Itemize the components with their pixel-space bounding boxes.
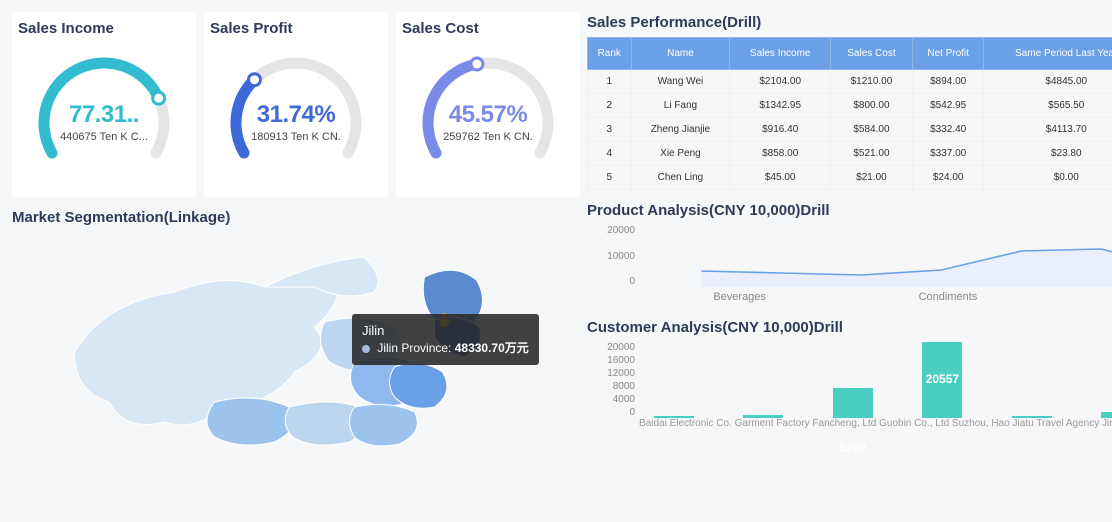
tooltip-label: Jilin Province: xyxy=(377,341,451,355)
product-line-chart[interactable]: 20000 10000 0 Beverages Condiments Desse… xyxy=(587,225,1112,307)
tooltip-value: 48330.70万元 xyxy=(455,341,529,355)
gauge-card-1[interactable]: Sales Profit 31.74% 180913 Ten K CN. xyxy=(204,12,388,197)
table-cell: $521.00 xyxy=(831,142,913,166)
table-cell: $2104.00 xyxy=(730,70,831,94)
table-cell: $4113.70 xyxy=(984,118,1112,142)
table-cell: $800.00 xyxy=(831,94,913,118)
table-header-row: RankNameSales IncomeSales CostNet Profit… xyxy=(588,38,1112,70)
tooltip-region-name: Jilin xyxy=(362,322,529,340)
sales-performance-panel: Sales Performance(Drill) RankNameSales I… xyxy=(587,12,1112,190)
table-cell: Wang Wei xyxy=(631,70,730,94)
bar-value-label: 20557 xyxy=(926,372,959,418)
gauge-subtitle: 180913 Ten K CN. xyxy=(210,131,382,143)
gauge-title: Sales Profit xyxy=(210,20,382,37)
product-title: Product Analysis(CNY 10,000)Drill xyxy=(587,202,1112,219)
table-cell: 3 xyxy=(588,118,632,142)
table-cell: $4845.00 xyxy=(984,70,1112,94)
product-analysis-panel: Product Analysis(CNY 10,000)Drill 20000 … xyxy=(587,200,1112,307)
bar-col[interactable]: 20557 xyxy=(908,342,978,418)
table-row[interactable]: 2Li Fang$1342.95$800.00$542.95$565.50$77… xyxy=(588,94,1112,118)
gauge-value: 31.74% xyxy=(210,101,382,129)
table-cell: 4 xyxy=(588,142,632,166)
market-segmentation-panel: Market Segmentation(Linkage) xyxy=(12,209,577,480)
map-tooltip: Jilin Jilin Province: 48330.70万元 xyxy=(352,314,539,365)
gauge-value: 45.57% xyxy=(402,101,574,129)
table-cell: $894.00 xyxy=(912,70,984,94)
customer-analysis-panel: Customer Analysis(CNY 10,000)Drill 20000… xyxy=(587,317,1112,432)
table-cell: Li Fang xyxy=(631,94,730,118)
table-header-cell[interactable]: Rank xyxy=(588,38,632,70)
gauge-subtitle: 440675 Ten K C... xyxy=(18,131,190,143)
table-row[interactable]: 5Chen Ling$45.00$21.00$24.00$0.00$45.00 xyxy=(588,166,1112,190)
customer-bars: 8202 20557 xyxy=(587,342,1112,418)
table-cell: $916.40 xyxy=(730,118,831,142)
table-row[interactable]: 1Wang Wei$2104.00$1210.00$894.00$4845.00… xyxy=(588,70,1112,94)
product-x-labels: Beverages Condiments Desserts xyxy=(637,291,1112,303)
gauge-value: 77.31.. xyxy=(18,101,190,129)
performance-table[interactable]: RankNameSales IncomeSales CostNet Profit… xyxy=(587,37,1112,190)
table-header-cell[interactable]: Net Profit xyxy=(912,38,984,70)
bar-col[interactable]: 8202 xyxy=(818,388,888,418)
table-cell: Xie Peng xyxy=(631,142,730,166)
tooltip-dot-icon xyxy=(362,345,370,353)
table-cell: $0.00 xyxy=(984,166,1112,190)
bar xyxy=(833,388,873,418)
table-cell: $23.80 xyxy=(984,142,1112,166)
table-header-cell[interactable]: Name xyxy=(631,38,730,70)
table-cell: $858.00 xyxy=(730,142,831,166)
table-cell: $584.00 xyxy=(831,118,913,142)
table-cell: $24.00 xyxy=(912,166,984,190)
table-row[interactable]: 3Zheng Jianjie$916.40$584.00$332.40$4113… xyxy=(588,118,1112,142)
table-cell: $332.40 xyxy=(912,118,984,142)
table-cell: 2 xyxy=(588,94,632,118)
table-row[interactable]: 4Xie Peng$858.00$521.00$337.00$23.80$834… xyxy=(588,142,1112,166)
table-header-cell[interactable]: Same Period Last Year xyxy=(984,38,1112,70)
table-cell: $1342.95 xyxy=(730,94,831,118)
table-header-cell[interactable]: Sales Income xyxy=(730,38,831,70)
table-cell: $565.50 xyxy=(984,94,1112,118)
customer-bar-chart[interactable]: 20000 16000 12000 8000 4000 0 820220557 … xyxy=(587,342,1112,432)
performance-title: Sales Performance(Drill) xyxy=(587,14,1112,31)
customer-x-labels: Baidai Electronic Co. Garment Factory Fa… xyxy=(639,418,1112,432)
table-cell: $21.00 xyxy=(831,166,913,190)
table-cell: $1210.00 xyxy=(831,70,913,94)
market-title: Market Segmentation(Linkage) xyxy=(12,209,577,226)
table-cell: 1 xyxy=(588,70,632,94)
customer-title: Customer Analysis(CNY 10,000)Drill xyxy=(587,319,1112,336)
table-cell: $45.00 xyxy=(730,166,831,190)
gauge-title: Sales Income xyxy=(18,20,190,37)
gauges-row: Sales Income 77.31.. 440675 Ten K C... S… xyxy=(12,12,577,197)
product-y-axis: 20000 10000 0 xyxy=(607,225,635,287)
table-cell: Zheng Jianjie xyxy=(631,118,730,142)
table-cell: Chen Ling xyxy=(631,166,730,190)
map-container[interactable]: ✋ Jilin Jilin Province: 48330.70万元 xyxy=(12,232,577,480)
table-cell: $542.95 xyxy=(912,94,984,118)
table-header-cell[interactable]: Sales Cost xyxy=(831,38,913,70)
gauge-title: Sales Cost xyxy=(402,20,574,37)
table-cell: $337.00 xyxy=(912,142,984,166)
gauge-subtitle: 259762 Ten K CN. xyxy=(402,131,574,143)
gauge-card-2[interactable]: Sales Cost 45.57% 259762 Ten K CN. xyxy=(396,12,580,197)
gauge-card-0[interactable]: Sales Income 77.31.. 440675 Ten K C... xyxy=(12,12,196,197)
table-cell: 5 xyxy=(588,166,632,190)
